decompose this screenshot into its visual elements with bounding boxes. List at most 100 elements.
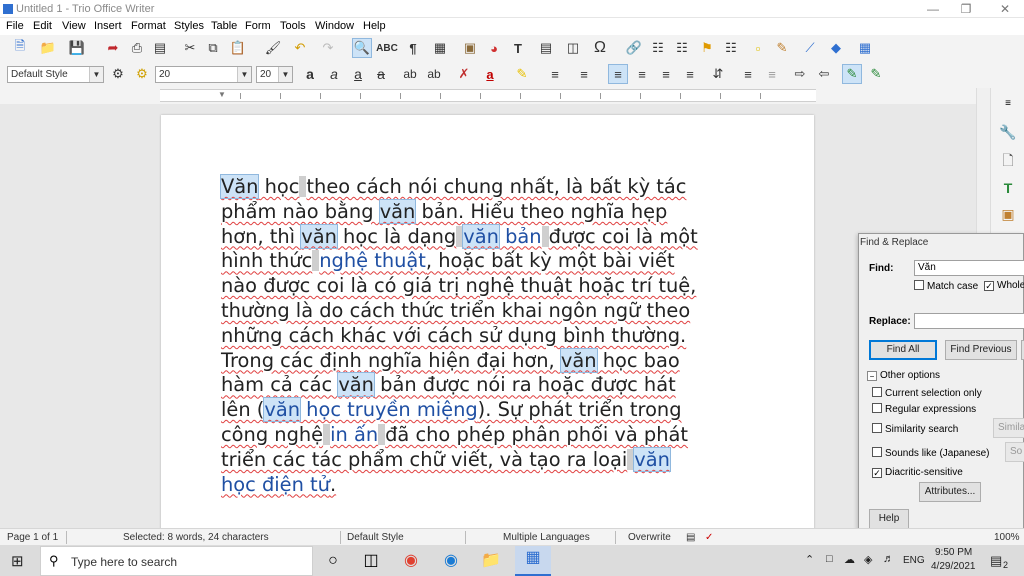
cut-icon[interactable]: ✂ xyxy=(180,38,200,58)
underline-icon[interactable]: a xyxy=(348,64,368,84)
hyperlink-text[interactable]: học điện tử xyxy=(221,473,330,496)
document-line[interactable]: những cách khác với cách sử dụng bình th… xyxy=(221,324,781,349)
whole-words-checkbox[interactable]: ✓ Whole xyxy=(984,280,1024,291)
align-right-icon[interactable]: ≡ xyxy=(656,64,676,84)
notification-icon[interactable]: ▤ xyxy=(990,553,1002,569)
network-icon[interactable]: □ xyxy=(826,553,833,565)
page-count[interactable]: Page 1 of 1 xyxy=(7,532,58,543)
page-break-icon[interactable]: ▤ xyxy=(536,38,556,58)
spelling-icon[interactable]: ABC xyxy=(376,38,398,58)
language-status[interactable]: Multiple Languages xyxy=(503,532,590,543)
match-case-checkbox[interactable]: Match case xyxy=(914,280,978,292)
menu-format[interactable]: Format xyxy=(131,20,166,32)
help-button[interactable]: Help xyxy=(869,509,909,529)
sounds-like-options-button[interactable]: So xyxy=(1005,442,1024,462)
subscript-icon[interactable]: ab xyxy=(424,64,444,84)
menu-form[interactable]: Form xyxy=(245,20,271,32)
page-style[interactable]: Default Style xyxy=(347,532,404,543)
document-line[interactable]: phẩm nào bằng văn bản. Hiểu theo nghĩa h… xyxy=(221,198,781,225)
superscript-icon[interactable]: ab xyxy=(400,64,420,84)
similarity-checkbox[interactable]: Similarity search xyxy=(872,423,958,435)
document-line[interactable]: thường là do cách thức triển khai ngôn n… xyxy=(221,299,781,324)
file-explorer-icon[interactable]: 📁 xyxy=(478,549,504,573)
taskbar-search[interactable]: ⚲ Type here to search xyxy=(40,546,313,576)
volume-icon[interactable]: ♬ xyxy=(883,553,894,565)
paragraph-dialog-icon[interactable]: ✎ xyxy=(842,64,862,84)
clone-formatting-icon[interactable]: 🖌 xyxy=(263,38,283,58)
insert-table-icon[interactable]: ▦ xyxy=(430,38,450,58)
chevron-down-icon[interactable]: ▼ xyxy=(89,67,103,82)
document-line[interactable]: nào được coi là có giá trị nghệ thuật ho… xyxy=(221,274,781,299)
menu-insert[interactable]: Insert xyxy=(94,20,122,32)
menu-styles[interactable]: Styles xyxy=(174,20,204,32)
footnote-icon[interactable]: ☷ xyxy=(648,38,668,58)
search-match[interactable]: văn xyxy=(462,223,500,249)
diacritic-checkbox[interactable]: ✓ Diacritic-sensitive xyxy=(872,467,963,478)
tray-overflow-icon[interactable]: ⌃ xyxy=(805,553,814,566)
basic-shapes-icon[interactable]: ◆ xyxy=(826,38,846,58)
insert-chart-icon[interactable]: ◕ xyxy=(484,38,504,58)
close-icon[interactable]: ✕ xyxy=(990,0,1020,18)
document-line[interactable]: công nghệ in ấn đã cho phép phân phối và p… xyxy=(221,423,781,448)
chevron-down-icon[interactable]: ▼ xyxy=(237,67,251,82)
special-character-icon[interactable]: Ω xyxy=(590,38,610,58)
hyperlink-text[interactable]: bản xyxy=(499,225,542,248)
print-icon[interactable]: ⎙ xyxy=(127,38,147,58)
task-view-icon[interactable]: ◫ xyxy=(358,549,384,573)
current-selection-checkbox[interactable]: Current selection only xyxy=(872,387,982,399)
insert-line-icon[interactable]: ⟋ xyxy=(800,38,820,58)
cortana-icon[interactable]: ○ xyxy=(320,549,346,573)
numbered-list-icon[interactable]: ≡ xyxy=(574,64,594,84)
menu-view[interactable]: View xyxy=(62,20,86,32)
copy-icon[interactable]: ⧉ xyxy=(203,38,223,58)
strikethrough-icon[interactable]: a xyxy=(371,64,391,84)
insert-field-icon[interactable]: ◫ xyxy=(563,38,583,58)
onedrive-icon[interactable]: ☁ xyxy=(844,553,855,566)
clock-time[interactable]: 9:50 PM xyxy=(935,547,972,558)
draw-functions-icon[interactable]: ▦ xyxy=(855,38,875,58)
chrome-icon[interactable]: ◉ xyxy=(398,549,424,573)
language-indicator[interactable]: ENG xyxy=(903,555,925,566)
formatting-marks-icon[interactable]: ¶ xyxy=(403,38,423,58)
paste-icon[interactable]: 📋 xyxy=(228,38,248,58)
other-options-expander[interactable]: − Other options xyxy=(867,370,940,381)
zoom-level[interactable]: 100% xyxy=(994,532,1020,543)
undo-icon[interactable]: ↶ xyxy=(290,38,310,58)
font-size-combo[interactable]: 20 ▼ xyxy=(256,66,293,83)
gallery-icon[interactable]: ▣ xyxy=(998,204,1018,224)
replace-input[interactable] xyxy=(914,313,1024,329)
new-document-icon[interactable]: 🗎 xyxy=(10,38,30,58)
character-dialog-icon[interactable]: ✎ xyxy=(866,64,886,84)
update-style-icon[interactable]: ⚙ xyxy=(108,64,128,84)
find-replace-icon[interactable]: 🔍 xyxy=(352,38,372,58)
document-line[interactable]: Trong các định nghĩa hiện đại hơn, văn h… xyxy=(221,347,781,374)
decrease-spacing-icon[interactable]: ≡ xyxy=(762,64,782,84)
comment-icon[interactable]: ▫ xyxy=(748,38,768,58)
new-style-icon[interactable]: ⚙ xyxy=(132,64,152,84)
justify-icon[interactable]: ≡ xyxy=(680,64,700,84)
print-preview-icon[interactable]: ▤ xyxy=(150,38,170,58)
align-left-icon[interactable]: ≡ xyxy=(608,64,628,84)
highlight-color-icon[interactable]: ✎ xyxy=(512,64,532,84)
font-color-icon[interactable]: a xyxy=(480,64,500,84)
document-line[interactable]: hàm cả các văn bản được nói ra hoặc được… xyxy=(221,372,781,398)
document-text[interactable]: Văn học theo cách nói chung nhất, là bất … xyxy=(219,174,781,498)
document-line[interactable]: triển các tác phẩm chữ viết, và tạo ra l… xyxy=(221,446,781,473)
minimize-icon[interactable]: — xyxy=(918,0,948,18)
selection-count[interactable]: Selected: 8 words, 24 characters xyxy=(123,532,269,543)
hyperlink-text[interactable]: nghệ thuật xyxy=(319,249,426,272)
find-all-button[interactable]: Find All xyxy=(869,340,937,360)
insert-image-icon[interactable]: ▣ xyxy=(460,38,480,58)
insert-mode[interactable]: Overwrite xyxy=(628,532,671,543)
hyperlink-text[interactable]: in ấn xyxy=(330,423,378,446)
insert-textbox-icon[interactable]: T xyxy=(508,38,528,58)
document-line[interactable]: hình thức nghệ thuật, hoặc bất kỳ một bài… xyxy=(221,249,781,274)
document-line[interactable]: học điện tử. xyxy=(221,473,781,498)
bullet-list-icon[interactable]: ≡ xyxy=(545,64,565,84)
chevron-down-icon[interactable]: ▼ xyxy=(278,67,292,82)
wifi-icon[interactable]: ◈ xyxy=(864,553,872,566)
export-pdf-icon[interactable]: ➦ xyxy=(103,38,123,58)
menu-window[interactable]: Window xyxy=(315,20,354,32)
hyperlink-text[interactable]: học truyền miệng xyxy=(300,398,478,421)
attributes-button[interactable]: Attributes... xyxy=(919,482,981,502)
